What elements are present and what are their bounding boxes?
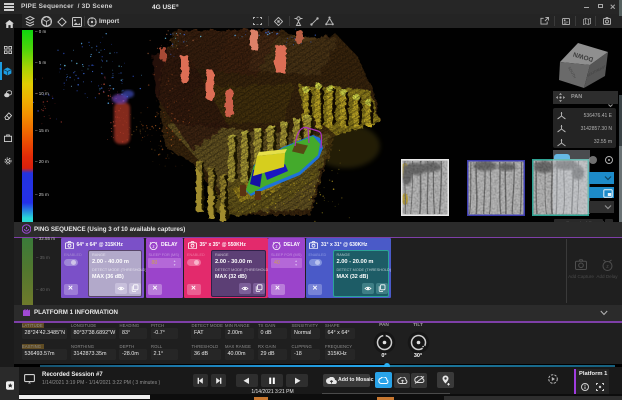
svg-text:z: z — [606, 264, 609, 270]
svg-text:z: z — [275, 243, 278, 248]
svg-text:z: z — [152, 243, 155, 248]
